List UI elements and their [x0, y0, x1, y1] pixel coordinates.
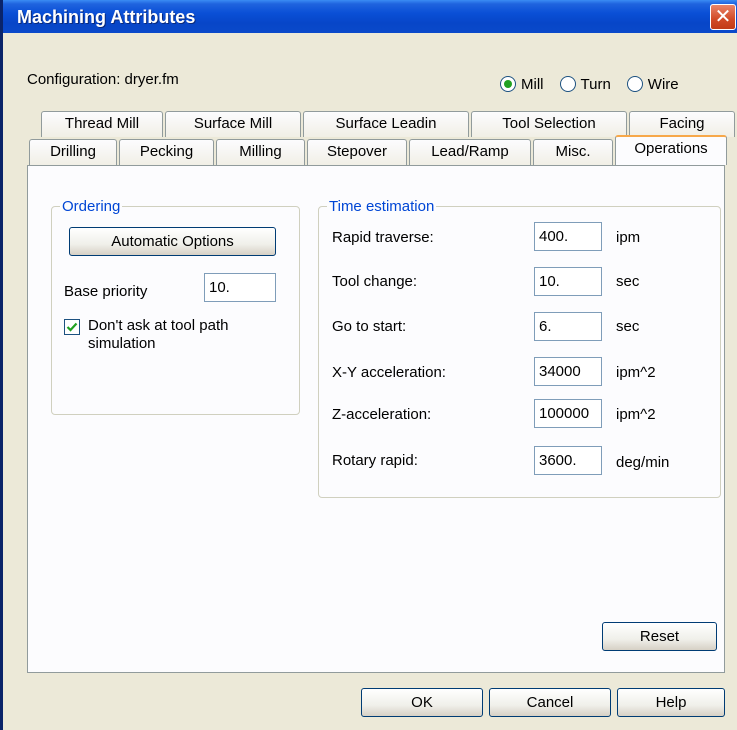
z-acceleration-input[interactable]: 100000 [534, 399, 602, 428]
radio-mill-label: Mill [521, 75, 544, 93]
help-button[interactable]: Help [617, 688, 725, 717]
go-to-start-label: Go to start: [332, 318, 407, 335]
radio-wire-label: Wire [647, 75, 679, 93]
tab-stepover[interactable]: Stepover [307, 139, 407, 165]
tab-facing[interactable]: Facing [629, 111, 735, 137]
z-acceleration-label: Z-acceleration: [332, 406, 432, 423]
ordering-legend: Ordering [62, 198, 121, 215]
automatic-options-button[interactable]: Automatic Options [69, 227, 276, 256]
tab-tool-selection[interactable]: Tool Selection [471, 111, 627, 137]
tool-change-label: Tool change: [332, 273, 418, 290]
tab-operations[interactable]: Operations [615, 135, 727, 165]
base-priority-label: Base priority [64, 283, 148, 300]
window-title: Machining Attributes [17, 7, 196, 27]
base-priority-input[interactable]: 10. [204, 273, 276, 302]
reset-button[interactable]: Reset [602, 622, 717, 651]
radio-unselected-icon[interactable] [626, 76, 643, 92]
z-acceleration-unit: ipm^2 [616, 406, 656, 423]
tab-pecking[interactable]: Pecking [119, 139, 214, 165]
checkmark-icon [66, 322, 78, 332]
tab-surface-mill[interactable]: Surface Mill [165, 111, 301, 137]
cancel-button[interactable]: Cancel [489, 688, 611, 717]
dont-ask-label-line1: Don't ask at tool path [88, 317, 229, 334]
machining-attributes-dialog: Machining Attributes ✕ Configuration: dr… [0, 0, 737, 730]
dont-ask-label-line2: simulation [88, 335, 156, 352]
radio-turn-label: Turn [580, 75, 611, 93]
tab-drilling[interactable]: Drilling [29, 139, 117, 165]
rapid-traverse-unit: ipm [616, 229, 641, 246]
tab-thread-mill[interactable]: Thread Mill [41, 111, 163, 137]
xy-acceleration-input[interactable]: 34000 [534, 357, 602, 386]
operations-tab-panel: Ordering Automatic Options Base priority… [27, 165, 725, 673]
radio-unselected-icon[interactable] [559, 76, 576, 92]
xy-acceleration-unit: ipm^2 [616, 364, 656, 381]
mode-radio-group: Mill Turn Wire [500, 73, 679, 95]
dont-ask-label: Don't ask at tool path simulation [88, 317, 228, 353]
rotary-rapid-label: Rotary rapid: [332, 452, 418, 469]
go-to-start-input[interactable]: 6. [534, 312, 602, 341]
tab-surface-leadin[interactable]: Surface Leadin [303, 111, 469, 137]
title-bar[interactable]: Machining Attributes ✕ [3, 0, 737, 33]
close-button[interactable]: ✕ [710, 4, 736, 30]
go-to-start-unit: sec [616, 318, 640, 335]
dont-ask-checkbox[interactable] [64, 319, 80, 335]
radio-wire[interactable]: Wire [626, 75, 679, 93]
close-icon: ✕ [714, 6, 732, 28]
radio-selected-icon[interactable] [500, 76, 516, 92]
radio-mill[interactable]: Mill [500, 76, 544, 93]
configuration-label: Configuration: dryer.fm [27, 71, 179, 88]
rotary-rapid-unit: deg/min [616, 454, 670, 471]
ok-button[interactable]: OK [361, 688, 483, 717]
tool-change-input[interactable]: 10. [534, 267, 602, 296]
tab-milling[interactable]: Milling [216, 139, 305, 165]
rapid-traverse-input[interactable]: 400. [534, 222, 602, 251]
radio-turn[interactable]: Turn [559, 75, 611, 93]
rotary-rapid-input[interactable]: 3600. [534, 446, 602, 475]
tab-lead-ramp[interactable]: Lead/Ramp [409, 139, 531, 165]
xy-acceleration-label: X-Y acceleration: [332, 364, 446, 381]
time-estimation-legend: Time estimation [329, 198, 435, 215]
tool-change-unit: sec [616, 273, 640, 290]
rapid-traverse-label: Rapid traverse: [332, 229, 434, 246]
tab-misc[interactable]: Misc. [533, 139, 613, 165]
